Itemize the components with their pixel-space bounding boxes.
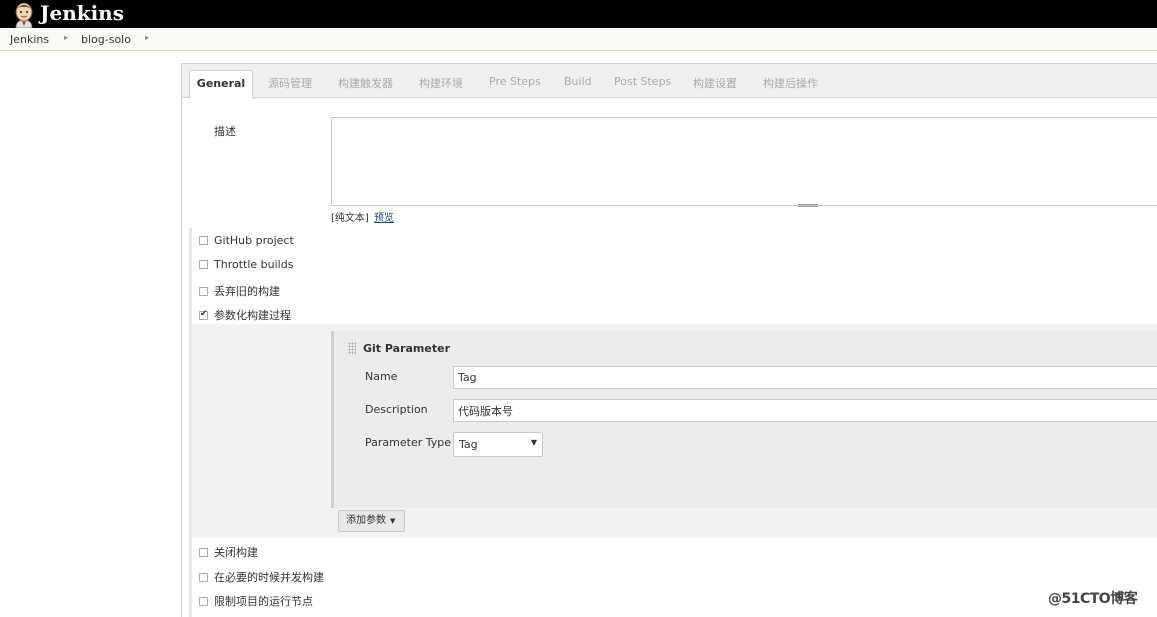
name-input[interactable] — [453, 366, 1157, 389]
checkbox-icon[interactable] — [199, 236, 208, 245]
name-label: Name — [365, 370, 398, 383]
plain-text-label: [纯文本] — [331, 213, 369, 224]
drag-handle-icon[interactable] — [348, 342, 356, 355]
tab-post-build-actions[interactable]: 构建后操作 — [763, 75, 818, 91]
tab-build[interactable]: Build — [564, 75, 592, 88]
breadcrumb-jenkins[interactable]: Jenkins — [10, 33, 49, 46]
checkbox-icon[interactable] — [199, 287, 208, 296]
parameter-type-select[interactable]: Tag ▼ — [453, 432, 543, 457]
watermark-text: @51CTO博客 — [1048, 591, 1138, 607]
description-textarea[interactable] — [331, 117, 1157, 206]
jenkins-logo-icon[interactable] — [12, 2, 36, 28]
checkbox-icon[interactable] — [199, 573, 208, 582]
parameter-type-label: Parameter Type — [365, 436, 451, 449]
tab-pre-steps[interactable]: Pre Steps — [489, 75, 541, 88]
option-parameterized-build[interactable]: 参数化构建过程 — [199, 307, 291, 323]
tab-post-steps[interactable]: Post Steps — [614, 75, 671, 88]
option-discard-old-builds[interactable]: 丢弃旧的构建 — [199, 283, 280, 299]
tab-general[interactable]: General — [189, 70, 253, 99]
tab-build-environment[interactable]: 构建环境 — [419, 75, 463, 91]
breadcrumb: Jenkins ▸ blog-solo ▸ — [0, 28, 1157, 51]
checkbox-checked-icon[interactable] — [199, 309, 208, 320]
tab-build-settings[interactable]: 构建设置 — [693, 75, 737, 91]
chevron-right-icon[interactable]: ▸ — [145, 33, 149, 42]
tab-build-triggers[interactable]: 构建触发器 — [338, 75, 393, 91]
caret-down-icon: ▼ — [390, 517, 396, 525]
checkbox-icon[interactable] — [199, 597, 208, 606]
description-param-input[interactable] — [453, 399, 1157, 422]
add-parameter-button[interactable]: 添加参数 ▼ — [338, 510, 405, 532]
option-label: 参数化构建过程 — [214, 309, 291, 322]
tab-scm[interactable]: 源码管理 — [268, 75, 312, 91]
option-restrict-node[interactable]: 限制项目的运行节点 — [199, 593, 313, 609]
resize-grip-icon[interactable] — [798, 204, 818, 207]
breadcrumb-blog-solo[interactable]: blog-solo — [81, 33, 131, 46]
parameter-type-value: Tag — [459, 438, 478, 451]
option-disable-build[interactable]: 关闭构建 — [199, 544, 258, 560]
preview-link[interactable]: 预览 — [374, 209, 394, 224]
option-label: 在必要的时候并发构建 — [214, 571, 324, 584]
checkbox-icon[interactable] — [199, 548, 208, 557]
option-concurrent-builds[interactable]: 在必要的时候并发构建 — [199, 569, 324, 585]
chevron-right-icon[interactable]: ▸ — [64, 33, 68, 42]
option-label: 限制项目的运行节点 — [214, 595, 313, 608]
option-throttle-builds[interactable]: Throttle builds — [199, 258, 293, 271]
checkbox-icon[interactable] — [199, 260, 208, 269]
option-label: 丢弃旧的构建 — [214, 285, 280, 298]
header-bar: Jenkins — [0, 0, 1157, 28]
description-param-label: Description — [365, 403, 428, 416]
option-label: Throttle builds — [214, 258, 294, 271]
option-label: 关闭构建 — [214, 546, 258, 559]
add-parameter-label: 添加参数 — [346, 515, 386, 526]
tab-bar: General 源码管理 构建触发器 构建环境 Pre Steps Build … — [182, 64, 1157, 99]
brand-title[interactable]: Jenkins — [40, 1, 124, 25]
option-github-project[interactable]: GitHub project — [199, 234, 294, 247]
option-label: GitHub project — [214, 234, 294, 247]
git-parameter-title: Git Parameter — [363, 342, 450, 355]
caret-down-icon: ▼ — [530, 438, 537, 447]
description-label: 描述 — [214, 125, 236, 138]
